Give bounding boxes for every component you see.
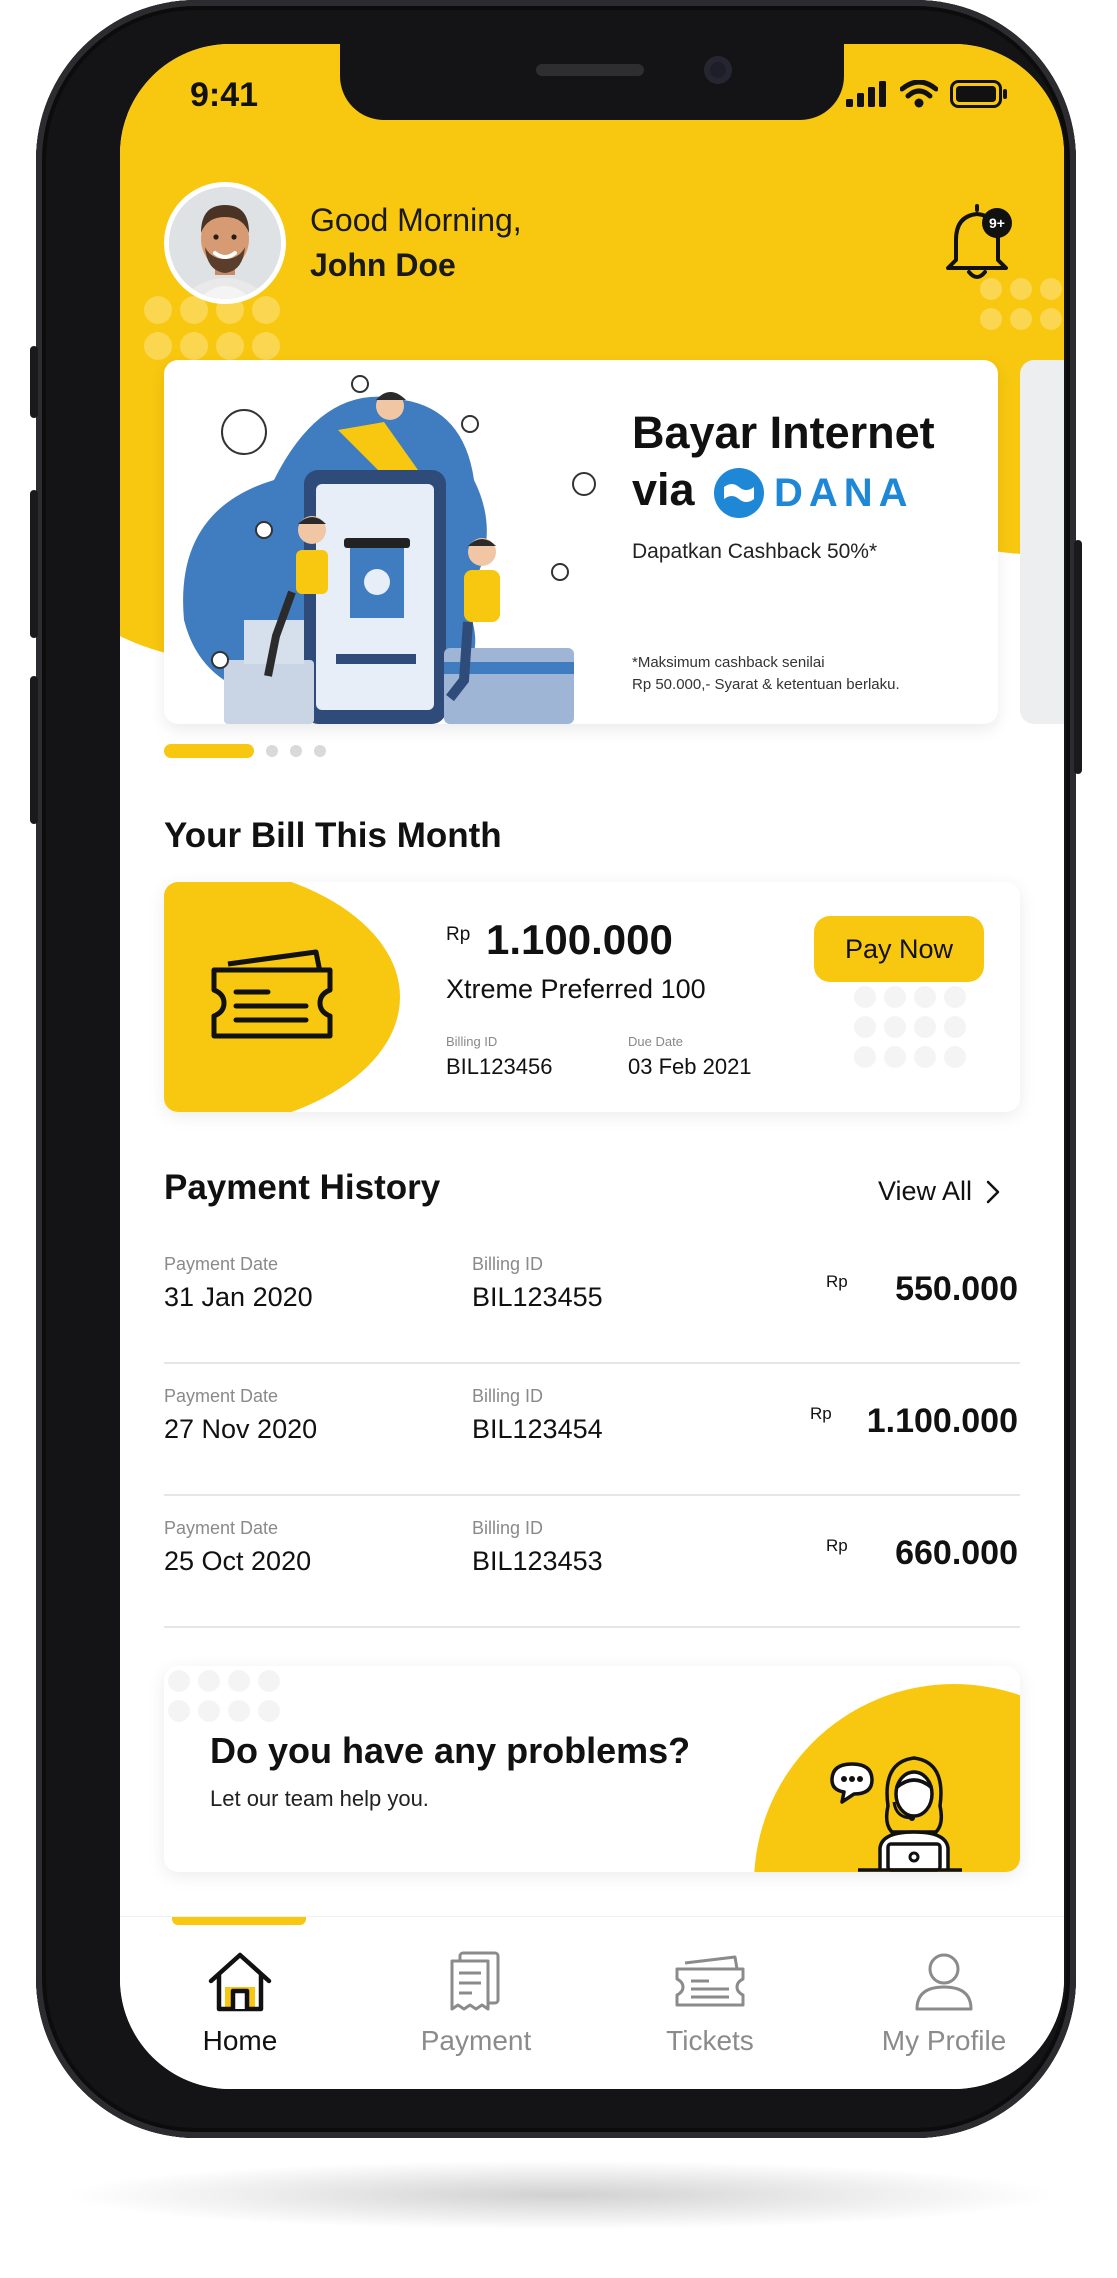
- bill-currency: Rp: [446, 924, 471, 945]
- support-agent-icon: [830, 1756, 962, 1872]
- app-screen: 9:41 Good Morning, John Doe 9+ Bayar Int…: [120, 44, 1064, 2089]
- billing-id-value: BIL123453: [472, 1546, 603, 1576]
- banner-note-line1: *Maksimum cashback senilai: [632, 654, 825, 671]
- avatar-photo: [169, 187, 281, 299]
- due-date-label: Due Date: [628, 1034, 683, 1049]
- billing-id-label: Billing ID: [472, 1518, 544, 1538]
- tab-my-profile[interactable]: My Profile: [844, 1951, 1044, 2057]
- bill-amount: 1.100.000: [486, 916, 673, 963]
- phone-frame: 9:41 Good Morning, John Doe 9+ Bayar Int…: [30, 0, 1082, 2138]
- signal-icon: [846, 81, 886, 107]
- banner-note-line2: Rp 50.000,- Syarat & ketentuan berlaku.: [632, 676, 900, 693]
- front-camera: [704, 56, 732, 84]
- battery-icon: [950, 80, 1007, 108]
- billing-id-value: BIL123455: [472, 1282, 603, 1312]
- device-shadow: [60, 2160, 1060, 2230]
- volume-down-button: [30, 676, 38, 824]
- power-button: [1074, 540, 1082, 774]
- bill-plan-name: Xtreme Preferred 100: [446, 974, 706, 1004]
- view-all-link[interactable]: View All: [878, 1176, 1000, 1207]
- help-card-dots: [168, 1670, 280, 1722]
- greeting-text: Good Morning,: [310, 202, 522, 238]
- bill-section-title: Your Bill This Month: [164, 816, 502, 855]
- payment-date-value: 27 Nov 2020: [164, 1414, 318, 1444]
- pager-dot[interactable]: [290, 745, 302, 757]
- history-row[interactable]: Payment Date 31 Jan 2020 Billing ID BIL1…: [164, 1232, 1020, 1364]
- dana-logo: DANA: [714, 468, 914, 518]
- banner-pager[interactable]: [164, 744, 326, 758]
- payment-amount: 1.100.000: [866, 1402, 1018, 1440]
- amount-currency: Rp: [826, 1536, 848, 1555]
- due-date-value: 03 Feb 2021: [628, 1054, 752, 1079]
- promo-illustration: [183, 375, 596, 724]
- bill-card-dots: [854, 986, 966, 1068]
- pager-dot[interactable]: [266, 745, 278, 757]
- ticket-icon: [675, 1955, 745, 2007]
- payment-date-value: 31 Jan 2020: [164, 1282, 313, 1312]
- active-tab-indicator: [172, 1917, 306, 1925]
- banner-subtitle: Dapatkan Cashback 50%*: [632, 540, 878, 563]
- help-card[interactable]: Do you have any problems? Let our team h…: [164, 1666, 1020, 1872]
- billing-id-value: BIL123454: [472, 1414, 603, 1444]
- help-title: Do you have any problems?: [210, 1730, 691, 1771]
- amount-currency: Rp: [810, 1404, 832, 1423]
- device-notch: [340, 44, 844, 120]
- pager-dot-active[interactable]: [164, 744, 254, 758]
- receipt-icon: [450, 1951, 500, 2011]
- tab-label: Home: [202, 2025, 278, 2056]
- decor-dots-right: [980, 278, 1062, 330]
- avatar[interactable]: [164, 182, 286, 304]
- history-row[interactable]: Payment Date 27 Nov 2020 Billing ID BIL1…: [164, 1364, 1020, 1496]
- tab-payment[interactable]: Payment: [376, 1951, 576, 2057]
- history-section-title: Payment History: [164, 1168, 441, 1207]
- user-name: John Doe: [310, 247, 456, 283]
- payment-amount: 660.000: [895, 1534, 1018, 1572]
- history-row[interactable]: Payment Date 25 Oct 2020 Billing ID BIL1…: [164, 1496, 1020, 1628]
- status-time: 9:41: [190, 76, 259, 114]
- decor-dots-left: [144, 296, 280, 360]
- tab-label: Tickets: [666, 2025, 754, 2056]
- wifi-icon: [900, 80, 938, 108]
- volume-up-button: [30, 490, 38, 638]
- billing-id-label: Billing ID: [446, 1034, 498, 1049]
- tab-tickets[interactable]: Tickets: [610, 1951, 810, 2057]
- tab-label: My Profile: [881, 2025, 1007, 2056]
- banner-title: Bayar Internet: [632, 407, 935, 458]
- billing-id-label: Billing ID: [472, 1386, 544, 1406]
- payment-date-value: 25 Oct 2020: [164, 1546, 312, 1576]
- billing-id-value: BIL123456: [446, 1054, 553, 1079]
- amount-currency: Rp: [826, 1272, 848, 1291]
- mute-switch: [30, 346, 38, 418]
- dana-logo-icon: [714, 468, 764, 518]
- payment-date-label: Payment Date: [164, 1518, 279, 1538]
- payment-date-label: Payment Date: [164, 1386, 279, 1406]
- view-all-label: View All: [878, 1176, 973, 1206]
- help-subtitle: Let our team help you.: [210, 1786, 429, 1811]
- next-banner-peek[interactable]: [1020, 360, 1064, 724]
- bottom-tab-bar: Home Payment Tickets My Profile: [120, 1916, 1064, 2089]
- payment-amount: 550.000: [895, 1270, 1018, 1308]
- tab-home[interactable]: Home: [140, 1951, 340, 2057]
- dana-brand-text: DANA: [774, 470, 914, 515]
- promo-banner[interactable]: Bayar Internet via DANA Dapatkan Cashbac…: [164, 360, 998, 724]
- home-icon: [208, 1952, 272, 2012]
- banner-via: via: [632, 464, 695, 515]
- ticket-icon: [211, 949, 333, 1039]
- pager-dot[interactable]: [314, 745, 326, 757]
- notification-badge: 9+: [982, 208, 1012, 238]
- chevron-right-icon: [986, 1180, 1000, 1203]
- profile-icon: [915, 1953, 973, 2011]
- speaker-grille: [536, 64, 644, 76]
- payment-date-label: Payment Date: [164, 1254, 279, 1274]
- billing-id-label: Billing ID: [472, 1254, 544, 1274]
- pay-now-button[interactable]: Pay Now: [814, 916, 984, 982]
- tab-label: Payment: [420, 2025, 532, 2056]
- status-icons: [846, 80, 1008, 108]
- bill-card[interactable]: Rp 1.100.000 Xtreme Preferred 100 Billin…: [164, 882, 1020, 1112]
